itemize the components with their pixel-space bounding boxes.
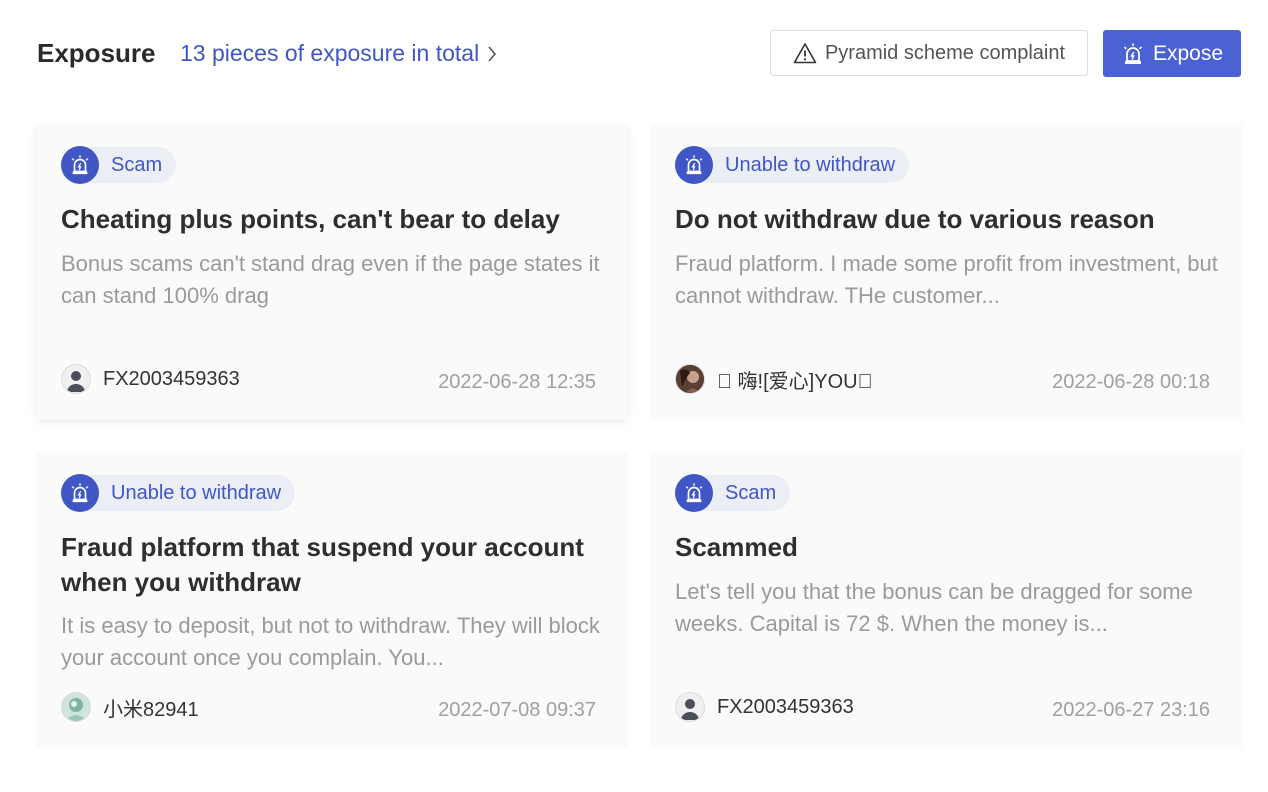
category-tag: Unable to withdraw <box>61 474 296 512</box>
card-author: FX2003459363 <box>675 692 854 722</box>
alarm-light-icon <box>61 474 99 512</box>
card-title: Fraud platform that suspend your account… <box>61 532 584 597</box>
category-tag: Scam <box>675 474 791 512</box>
card-title: Scammed <box>675 532 798 562</box>
card-date: 2022-07-08 09:37 <box>438 699 596 721</box>
exposure-card[interactable]: Scam Cheating plus points, can't bear to… <box>36 124 628 420</box>
exposure-card[interactable]: Unable to withdraw Do not withdraw due t… <box>650 124 1242 420</box>
card-description: Let's tell you that the bonus can be dra… <box>675 579 1193 636</box>
pyramid-complaint-label: Pyramid scheme complaint <box>824 41 1066 64</box>
category-tag-label: Unable to withdraw <box>699 147 910 183</box>
card-date: 2022-06-28 12:35 <box>438 371 596 393</box>
alarm-light-icon <box>675 146 713 184</box>
author-name: FX2003459363 <box>103 367 240 390</box>
card-author: 小米82941 <box>61 692 199 722</box>
card-title: Cheating plus points, can't bear to dela… <box>61 204 560 234</box>
page-title: Exposure <box>37 38 156 68</box>
author-name: FX2003459363 <box>717 695 854 718</box>
exposure-card[interactable]: Unable to withdraw Fraud platform that s… <box>36 452 628 748</box>
category-tag: Unable to withdraw <box>675 146 910 184</box>
user-avatar-icon <box>61 364 91 394</box>
card-description: It is easy to deposit, but not to withdr… <box>61 613 600 670</box>
page-header: Exposure 13 pieces of exposure in total … <box>0 0 1268 110</box>
card-description: Bonus scams can't stand drag even if the… <box>61 251 600 308</box>
category-tag: Scam <box>61 146 177 184</box>
alarm-light-icon <box>1123 43 1143 64</box>
exposure-card[interactable]: Scam Scammed Let's tell you that the bon… <box>650 452 1242 748</box>
card-author: FX2003459363 <box>61 364 240 394</box>
card-date: 2022-06-28 00:18 <box>1052 371 1210 393</box>
card-author:   嗨![爱心]YOU  <box>675 364 873 394</box>
total-exposure-link[interactable]: 13 pieces of exposure in total <box>180 40 497 67</box>
author-name: 小米82941 <box>103 698 199 721</box>
pyramid-complaint-button[interactable]: Pyramid scheme complaint <box>770 30 1088 76</box>
alarm-light-icon <box>61 146 99 184</box>
card-description: Fraud platform. I made some profit from … <box>675 251 1218 308</box>
author-name:   嗨![爱心]YOU  <box>717 370 873 393</box>
warning-icon <box>793 43 817 64</box>
category-tag-label: Unable to withdraw <box>85 475 296 511</box>
card-title: Do not withdraw due to various reason <box>675 204 1155 234</box>
expose-label: Expose <box>1152 41 1224 65</box>
chevron-right-icon <box>488 45 497 62</box>
photo-avatar-icon <box>675 364 705 394</box>
photo-avatar-icon <box>61 692 91 722</box>
alarm-light-icon <box>675 474 713 512</box>
user-avatar-icon <box>675 692 705 722</box>
card-date: 2022-06-27 23:16 <box>1052 699 1210 721</box>
expose-button[interactable]: Expose <box>1103 30 1241 77</box>
total-exposure-label: 13 pieces of exposure in total <box>180 40 480 66</box>
